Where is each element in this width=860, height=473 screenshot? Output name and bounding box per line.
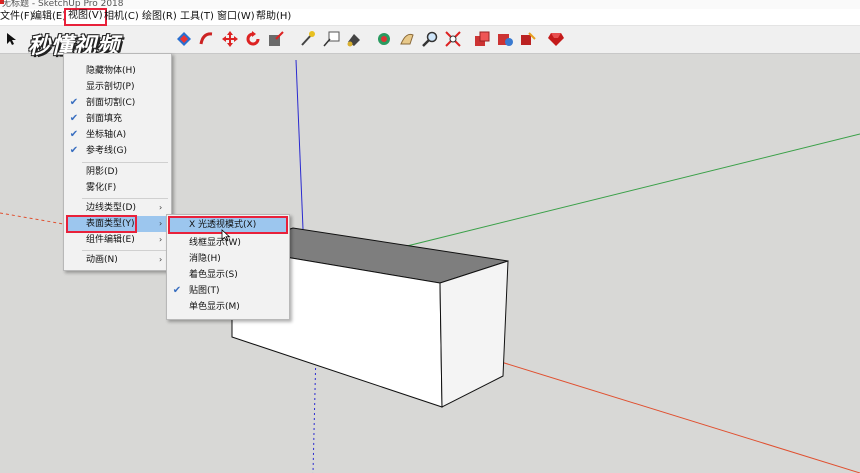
menu-window[interactable]: 窗口(W): [217, 10, 255, 24]
menu-item-shadows[interactable]: 阴影(D): [86, 165, 118, 180]
orbit-icon[interactable]: [174, 29, 194, 49]
menu-tools[interactable]: 工具(T): [180, 10, 214, 24]
menu-camera[interactable]: 相机(C): [104, 10, 139, 24]
rotate-icon[interactable]: [243, 29, 263, 49]
warehouse-icon[interactable]: [495, 29, 515, 49]
menu-item-guides[interactable]: 参考线(G): [86, 144, 127, 159]
menu-item-axes[interactable]: 坐标轴(A): [86, 128, 126, 143]
menu-edit[interactable]: 编辑(E): [32, 10, 66, 24]
move-icon[interactable]: [220, 29, 240, 49]
view-menu-dropdown: 隐藏物体(H) 显示剖切(P) ✔ 剖面切割(C) ✔ 剖面填充 ✔ 坐标轴(A…: [63, 53, 172, 271]
menu-item-hide-objects[interactable]: 隐藏物体(H): [86, 64, 136, 79]
section-icon[interactable]: [374, 29, 394, 49]
tape-icon[interactable]: [298, 29, 318, 49]
check-icon: ✔: [69, 97, 79, 108]
menu-help[interactable]: 帮助(H): [256, 10, 291, 24]
menu-item-shaded[interactable]: 着色显示(S): [189, 268, 238, 283]
menu-item-edge-style[interactable]: 边线类型(D): [86, 201, 136, 216]
menu-item-animation[interactable]: 动画(N): [86, 253, 118, 268]
menu-item-wireframe[interactable]: 线框显示(W): [189, 236, 241, 251]
toolbar: [0, 26, 860, 54]
menu-view[interactable]: 视图(V): [64, 8, 107, 26]
face-style-submenu: X 光透视模式(X) 线框显示(W) 消隐(H) 着色显示(S) ✔ 贴图(T)…: [166, 214, 290, 320]
menu-item-section-planes[interactable]: 显示剖切(P): [86, 80, 134, 95]
menu-separator: [82, 162, 168, 163]
menu-item-hidden-line[interactable]: 消隐(H): [189, 252, 221, 267]
menu-item-textured[interactable]: 贴图(T): [189, 284, 220, 299]
zoom-icon[interactable]: [420, 29, 440, 49]
menu-separator: [82, 250, 168, 251]
components-icon[interactable]: [472, 29, 492, 49]
menu-file[interactable]: 文件(F): [0, 10, 34, 24]
chevron-right-icon: ›: [159, 235, 163, 244]
chevron-right-icon: ›: [159, 219, 163, 228]
menu-item-component-edit[interactable]: 组件编辑(E): [86, 233, 135, 248]
chevron-right-icon: ›: [159, 255, 163, 264]
menu-item-section-cuts[interactable]: 剖面切割(C): [86, 96, 135, 111]
menu-draw[interactable]: 绘图(R): [142, 10, 177, 24]
text-icon[interactable]: [321, 29, 341, 49]
scale-icon[interactable]: [266, 29, 286, 49]
window-title-bar: 无标题 - SketchUp Pro 2018: [0, 0, 860, 9]
check-icon: ✔: [69, 129, 79, 140]
select-icon[interactable]: [2, 29, 22, 49]
ruby-icon[interactable]: [546, 29, 566, 49]
menu-item-fog[interactable]: 雾化(F): [86, 181, 116, 196]
pan-icon[interactable]: [197, 29, 217, 49]
menu-item-monochrome[interactable]: 单色显示(M): [189, 300, 240, 315]
check-icon: ✔: [172, 285, 182, 296]
extension-icon[interactable]: [518, 29, 538, 49]
blue-axis: [295, 59, 304, 230]
check-icon: ✔: [69, 113, 79, 124]
menu-item-face-style[interactable]: 表面类型(Y): [86, 217, 135, 232]
menu-item-section-fill[interactable]: 剖面填充: [86, 112, 122, 127]
menu-separator: [82, 198, 168, 199]
box-side-face: [439, 260, 509, 408]
paint-icon[interactable]: [344, 29, 364, 49]
walk-icon[interactable]: [397, 29, 417, 49]
check-icon: ✔: [69, 145, 79, 156]
chevron-right-icon: ›: [159, 203, 163, 212]
zoom-extents-icon[interactable]: [443, 29, 463, 49]
menu-bar: 文件(F) 编辑(E) 视图(V) 相机(C) 绘图(R) 工具(T) 窗口(W…: [0, 8, 860, 26]
